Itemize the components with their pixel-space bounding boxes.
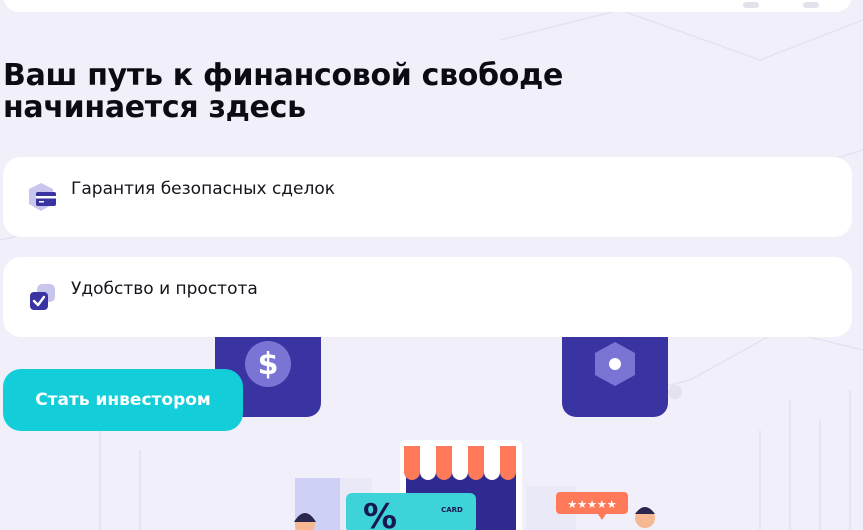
card-decoration [743,2,759,8]
percent-symbol: % [363,497,397,530]
shield-card [562,337,668,417]
card-decoration [803,2,819,8]
previous-card [3,0,852,12]
card-text: CARD [441,506,463,514]
rating-stars: ★★★★★ [567,498,616,511]
checkbox-icon [30,284,55,310]
shop-illustration: % CARD ★★★★★ [294,440,655,530]
dollar-coin-icon: $ [245,341,291,387]
hexagon-dot-icon [595,342,635,386]
feature-card-security: Гарантия безопасных сделок [3,157,852,237]
credit-card-shield-icon [29,183,56,211]
become-investor-button[interactable]: Стать инвестором [3,369,243,431]
feature-card-convenience: Удобство и простота [3,257,852,337]
feature-label: Гарантия безопасных сделок [71,179,336,199]
svg-text:$: $ [258,347,279,382]
page-title: Ваш путь к финансовой свободе начинается… [3,58,564,125]
feature-label: Удобство и простота [71,279,258,299]
